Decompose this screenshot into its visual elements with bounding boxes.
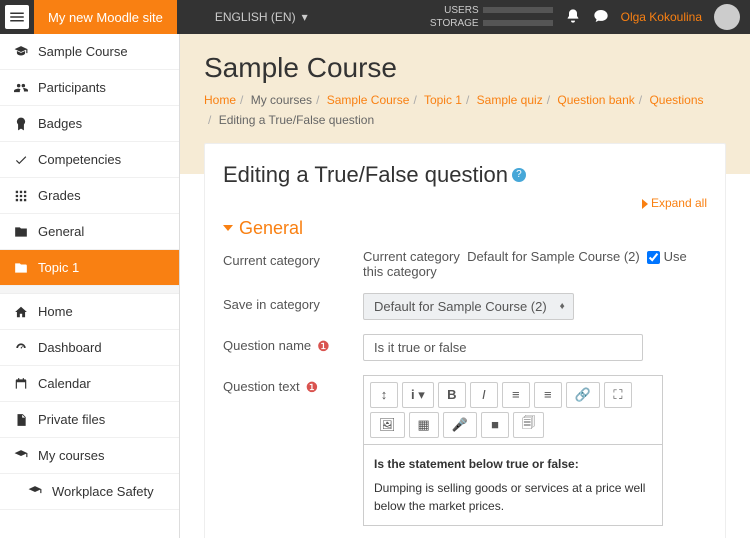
select-sort-icon: ♦: [560, 301, 565, 312]
breadcrumb-current: Editing a True/False question: [219, 113, 374, 127]
toolbar-style-button[interactable]: i ▾: [402, 382, 434, 408]
storage-label: STORAGE: [430, 18, 479, 29]
sidebar-item-label: Sample Course: [38, 44, 128, 59]
question-edit-card: Editing a True/False question ? Expand a…: [204, 143, 726, 538]
chevron-down-icon: ▾: [302, 10, 308, 24]
sidebar-item-label: Competencies: [38, 152, 121, 167]
username[interactable]: Olga Kokoulina: [621, 10, 702, 24]
toolbar-files-button[interactable]: 🗐: [513, 412, 544, 438]
section-general-label: General: [239, 218, 303, 239]
help-icon[interactable]: ?: [512, 168, 526, 182]
toolbar-media-button[interactable]: ▦: [409, 412, 439, 438]
sidebar-item-label: Badges: [38, 116, 82, 131]
sidebar-nav-label: Home: [38, 304, 73, 319]
sidebar-nav-label: Calendar: [38, 376, 91, 391]
toolbar-image-button[interactable]: 🖼: [370, 412, 405, 438]
sidebar-nav-workplace-safety[interactable]: Workplace Safety: [0, 474, 179, 510]
sidebar-nav-label: Private files: [38, 412, 105, 427]
sidebar-nav-label: Workplace Safety: [52, 484, 154, 499]
sidebar-nav-calendar[interactable]: Calendar: [0, 366, 179, 402]
notifications-icon[interactable]: [565, 8, 581, 27]
sidebar-item-label: Grades: [38, 188, 81, 203]
menu-toggle[interactable]: [0, 5, 34, 29]
use-this-category-checkbox[interactable]: [647, 251, 660, 264]
sidebar-nav-private-files[interactable]: Private files: [0, 402, 179, 438]
current-category-text: Current category: [363, 249, 460, 264]
current-category-value: Default for Sample Course (2): [467, 249, 640, 264]
expand-all-link[interactable]: Expand all: [223, 196, 707, 210]
section-general-toggle[interactable]: General: [223, 218, 707, 239]
card-heading: Editing a True/False question ?: [223, 162, 707, 188]
label-question-text: Question text❶: [223, 375, 363, 526]
caret-down-icon: [223, 225, 233, 231]
sidebar-item-sample-course[interactable]: Sample Course: [0, 34, 179, 70]
sidebar-nav-label: My courses: [38, 448, 104, 463]
sidebar-item-label: Topic 1: [38, 260, 79, 275]
users-label: USERS: [444, 5, 478, 16]
caret-right-icon: [642, 199, 648, 209]
label-question-name: Question name❶: [223, 334, 363, 361]
usage-meters: USERS STORAGE: [430, 4, 553, 30]
site-brand[interactable]: My new Moodle site: [34, 0, 177, 34]
editor-heading-text: Is the statement below true or false:: [374, 455, 652, 473]
breadcrumb: Home/ My courses/ Sample Course/ Topic 1…: [204, 90, 726, 131]
sidebar-item-grades[interactable]: Grades: [0, 178, 179, 214]
sidebar-item-badges[interactable]: Badges: [0, 106, 179, 142]
topbar: My new Moodle site ENGLISH (EN) ▾ USERS …: [0, 0, 750, 34]
breadcrumb-questions[interactable]: Questions: [649, 93, 703, 107]
avatar[interactable]: [714, 4, 740, 30]
breadcrumb-topic-1[interactable]: Topic 1: [424, 93, 462, 107]
language-selector[interactable]: ENGLISH (EN) ▾: [215, 10, 308, 24]
toolbar-number-list-button[interactable]: ≡: [534, 382, 562, 408]
required-icon: ❶: [317, 338, 330, 355]
toolbar-bold-button[interactable]: B: [438, 382, 466, 408]
breadcrumb-question-bank[interactable]: Question bank: [557, 93, 634, 107]
sidebar-nav-dashboard[interactable]: Dashboard: [0, 330, 179, 366]
breadcrumb-my-courses: My courses: [251, 93, 312, 107]
required-icon: ❶: [306, 379, 319, 396]
toolbar-bullet-list-button[interactable]: ≡: [502, 382, 530, 408]
main-content: Sample Course Home/ My courses/ Sample C…: [180, 34, 750, 538]
page-title: Sample Course: [204, 52, 726, 84]
toolbar-link-button[interactable]: 🔗: [566, 382, 600, 408]
toolbar-italic-button[interactable]: I: [470, 382, 498, 408]
sidebar-nav-my-courses[interactable]: My courses: [0, 438, 179, 474]
label-save-in-category: Save in category: [223, 293, 363, 320]
breadcrumb-sample-course[interactable]: Sample Course: [327, 93, 410, 107]
question-text-editor[interactable]: Is the statement below true or false: Du…: [363, 445, 663, 526]
sidebar-item-general[interactable]: General: [0, 214, 179, 250]
sidebar-item-competencies[interactable]: Competencies: [0, 142, 179, 178]
sidebar-item-label: General: [38, 224, 84, 239]
language-label: ENGLISH (EN): [215, 10, 296, 24]
save-in-category-select[interactable]: Default for Sample Course (2)♦: [363, 293, 574, 320]
toolbar-toggle-button[interactable]: ↕: [370, 382, 398, 408]
editor-toolbar: ↕ i ▾ B I ≡ ≡ 🔗 ⛶ 🖼 ▦ 🎤: [363, 375, 663, 445]
sidebar-nav-home[interactable]: Home: [0, 294, 179, 330]
question-name-input[interactable]: [363, 334, 643, 361]
sidebar: Sample Course Participants Badges Compet…: [0, 34, 180, 538]
sidebar-item-label: Participants: [38, 80, 106, 95]
label-current-category: Current category: [223, 249, 363, 279]
editor-body-text: Dumping is selling goods or services at …: [374, 481, 645, 513]
messages-icon[interactable]: [593, 8, 609, 27]
sidebar-item-participants[interactable]: Participants: [0, 70, 179, 106]
toolbar-video-button[interactable]: ■: [481, 412, 509, 438]
sidebar-item-topic-1[interactable]: Topic 1: [0, 250, 179, 286]
breadcrumb-sample-quiz[interactable]: Sample quiz: [477, 93, 543, 107]
breadcrumb-home[interactable]: Home: [204, 93, 236, 107]
toolbar-unlink-button[interactable]: ⛶: [604, 382, 632, 408]
sidebar-nav-label: Dashboard: [38, 340, 102, 355]
toolbar-mic-button[interactable]: 🎤: [443, 412, 477, 438]
